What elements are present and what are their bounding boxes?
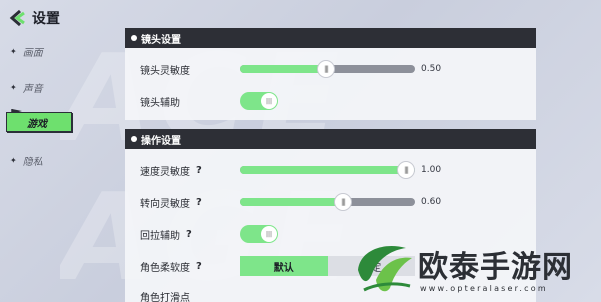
angle-softness-row: 角色柔软度 ? bbox=[140, 256, 202, 276]
bullet-icon: ✦ bbox=[10, 156, 17, 165]
page-title: 设置 bbox=[32, 11, 60, 27]
steer-sensitivity-label: 转向灵敏度 bbox=[140, 198, 190, 210]
option-default[interactable]: 默认 bbox=[240, 256, 328, 276]
pullback-assist-toggle[interactable]: ||| bbox=[240, 225, 278, 243]
section-title: 镜头设置 bbox=[141, 34, 181, 46]
watermark: 欧泰手游网 www.opteralaser.com bbox=[350, 238, 601, 302]
partial-row-label: 角色打滑点 bbox=[140, 292, 190, 302]
header-dot-icon bbox=[131, 35, 137, 41]
camera-sensitivity-slider[interactable]: ||| bbox=[240, 60, 415, 78]
speed-sensitivity-value: 1.00 bbox=[421, 165, 442, 175]
slider-thumb[interactable]: ||| bbox=[317, 60, 335, 78]
slider-thumb[interactable]: ||| bbox=[397, 161, 415, 179]
speed-sensitivity-slider[interactable]: ||| bbox=[240, 161, 415, 179]
steer-sensitivity-slider[interactable]: ||| bbox=[240, 193, 415, 211]
toggle-knob: ||| bbox=[261, 93, 277, 109]
camera-section-header: 镜头设置 bbox=[125, 28, 536, 48]
title-row: 设置 bbox=[6, 8, 60, 28]
partial-row: 角色打滑点 bbox=[140, 286, 190, 302]
pullback-assist-row: 回拉辅助 ? bbox=[140, 224, 192, 244]
sidebar-item-game[interactable]: 游戏 bbox=[6, 112, 72, 132]
slider-fill bbox=[240, 166, 415, 174]
slider-fill bbox=[240, 65, 328, 73]
steer-sensitivity-row: 转向灵敏度 ? bbox=[140, 192, 202, 212]
help-icon[interactable]: ? bbox=[196, 197, 202, 208]
watermark-title: 欧泰手游网 bbox=[418, 250, 573, 285]
slider-thumb[interactable]: ||| bbox=[334, 193, 352, 211]
camera-assist-row: 镜头辅助 bbox=[140, 91, 180, 111]
steer-sensitivity-value: 0.60 bbox=[421, 197, 442, 207]
camera-assist-label: 镜头辅助 bbox=[140, 97, 180, 109]
angle-softness-label: 角色柔软度 bbox=[140, 262, 190, 274]
sidebar-item-label: 画面 bbox=[22, 48, 43, 59]
back-arrow-icon[interactable] bbox=[6, 8, 28, 28]
camera-sensitivity-value: 0.50 bbox=[421, 64, 442, 74]
speed-sensitivity-label: 速度灵敏度 bbox=[140, 166, 190, 178]
help-icon[interactable]: ? bbox=[186, 229, 192, 240]
help-icon[interactable]: ? bbox=[196, 165, 202, 176]
sidebar-item-graphics[interactable]: ✦ 画面 bbox=[10, 44, 43, 59]
control-section-header: 操作设置 bbox=[125, 129, 536, 149]
toggle-knob: ||| bbox=[261, 226, 277, 242]
bullet-icon: ✦ bbox=[10, 47, 17, 56]
sidebar-item-label: 隐私 bbox=[22, 157, 43, 168]
sidebar: 设置 ✦ 画面 ✦ 声音 游戏 ✦ 隐私 bbox=[0, 0, 110, 302]
camera-sensitivity-row: 镜头灵敏度 bbox=[140, 59, 190, 79]
section-title: 操作设置 bbox=[141, 135, 181, 147]
sidebar-item-label: 游戏 bbox=[27, 118, 47, 130]
help-icon[interactable]: ? bbox=[196, 261, 202, 272]
sidebar-item-label: 声音 bbox=[22, 84, 43, 95]
watermark-url: www.opteralaser.com bbox=[420, 284, 548, 293]
slider-fill bbox=[240, 198, 345, 206]
sidebar-item-privacy[interactable]: ✦ 隐私 bbox=[10, 153, 43, 168]
speed-sensitivity-row: 速度灵敏度 ? bbox=[140, 160, 202, 180]
camera-sensitivity-label: 镜头灵敏度 bbox=[140, 65, 190, 77]
sidebar-item-sound[interactable]: ✦ 声音 bbox=[10, 80, 43, 95]
leaf-logo-icon bbox=[358, 246, 412, 292]
header-dot-icon bbox=[131, 136, 137, 142]
pullback-assist-label: 回拉辅助 bbox=[140, 230, 180, 242]
camera-assist-toggle[interactable]: ||| bbox=[240, 92, 278, 110]
bullet-icon: ✦ bbox=[10, 83, 17, 92]
